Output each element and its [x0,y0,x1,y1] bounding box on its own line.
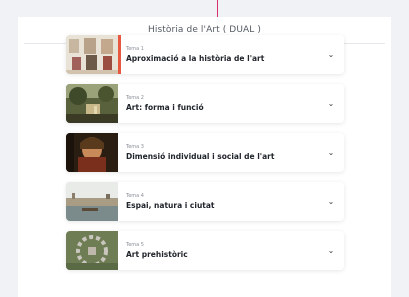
topic-card-1[interactable]: Tema 1 Aproximació a la història de l'ar… [66,35,344,74]
chevron-down-icon[interactable]: ⌄ [322,50,340,59]
chevron-down-icon[interactable]: ⌄ [322,246,340,255]
topic-card-3[interactable]: Tema 3 Dimensió individual i social de l… [66,133,344,172]
topic-number: Tema 5 [126,241,144,248]
topic-thumbnail-4 [66,182,118,221]
topic-title: Dimensió individual i social de l'art [126,151,275,161]
topic-title: Art: forma i funció [126,102,204,112]
topic-thumbnail-1 [66,35,118,74]
course-title: Història de l'Art ( DUAL ) [148,25,261,35]
topic-title: Art prehistòric [126,249,188,259]
chevron-down-icon[interactable]: ⌄ [322,99,340,108]
topic-title: Espai, natura i ciutat [126,200,215,210]
topic-number: Tema 4 [126,192,144,199]
topic-number: Tema 1 [126,45,144,52]
topic-number: Tema 3 [126,143,144,150]
topic-thumbnail-5 [66,231,118,270]
chevron-down-icon[interactable]: ⌄ [322,197,340,206]
topic-card-4[interactable]: Tema 4 Espai, natura i ciutat ⌄ [66,182,344,221]
chevron-down-icon[interactable]: ⌄ [322,148,340,157]
topic-thumbnail-2 [66,84,118,123]
top-indicator-line [217,0,218,17]
topic-number: Tema 2 [126,94,144,101]
topic-card-5[interactable]: Tema 5 Art prehistòric ⌄ [66,231,344,270]
topic-thumbnail-3 [66,133,118,172]
topic-list: Tema 1 Aproximació a la història de l'ar… [66,35,344,280]
topic-title: Aproximació a la història de l'art [126,53,265,63]
topic-card-2[interactable]: Tema 2 Art: forma i funció ⌄ [66,84,344,123]
